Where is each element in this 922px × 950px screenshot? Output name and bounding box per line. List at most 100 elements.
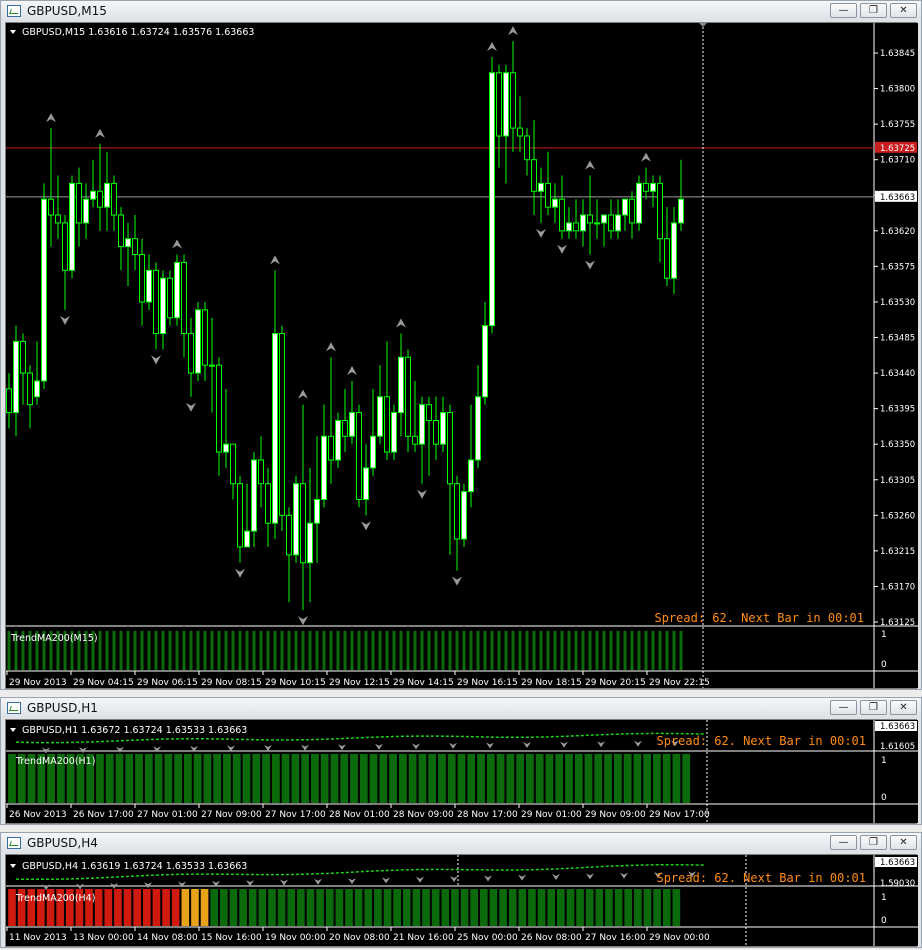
candle-body	[90, 190, 96, 200]
time-tick-label: 15 Nov 16:00	[201, 933, 262, 943]
candle-body	[629, 198, 635, 224]
candle-body	[657, 182, 663, 240]
window-titlebar[interactable]: GBPUSD,H4 — ❐ ✕	[1, 833, 921, 853]
close-button[interactable]: ✕	[890, 3, 917, 18]
candle-body	[496, 72, 502, 137]
window-title: GBPUSD,H4	[27, 836, 98, 850]
time-tick-label: 29 Nov 09:00	[585, 810, 646, 820]
candle-body	[202, 309, 208, 366]
candle-body	[258, 459, 264, 485]
candle-body	[433, 419, 439, 445]
time-tick-label: 27 Nov 17:00	[265, 810, 326, 820]
candle-body	[83, 198, 89, 224]
chart-window-m15: GBPUSD,M15 — ❐ ✕ 1 0 1.63845 1.63800 1.637…	[0, 0, 922, 690]
candle-body	[398, 356, 404, 414]
time-tick-label: 26 Nov 17:00	[73, 810, 134, 820]
candle-body	[447, 412, 453, 485]
chart-area[interactable]: 1 0 1.63845 1.63800 1.63755 1.63710 1.63665 1…	[5, 22, 918, 689]
h1-chart-svg[interactable]: 26 Nov 2013 26 Nov 17:00 27 Nov 01:00 27 No…	[6, 720, 918, 823]
time-tick-label: 29 Nov 22:15	[649, 678, 710, 688]
time-tick-label: 11 Nov 2013	[9, 933, 67, 943]
minimize-button[interactable]: —	[830, 835, 857, 850]
time-tick-label: 29 Nov 16:15	[457, 678, 518, 688]
candle-body	[650, 182, 656, 192]
restore-button[interactable]: ❐	[860, 835, 887, 850]
candle-body	[13, 340, 19, 414]
candle-body	[335, 419, 341, 461]
chart-header: GBPUSD,H4 1.63619 1.63724 1.63533 1.6366…	[22, 861, 247, 872]
spread-label: Spread: 62. Next Bar in 00:01	[654, 611, 864, 625]
candle-body	[167, 277, 173, 319]
minimize-button[interactable]: —	[830, 3, 857, 18]
time-tick-label: 29 Nov 2013	[9, 678, 67, 688]
restore-button[interactable]: ❐	[860, 700, 887, 715]
close-button[interactable]: ✕	[890, 700, 917, 715]
spread-label: Spread: 62. Next Bar in 00:01	[656, 871, 866, 885]
price-tick-label: 1.63530	[880, 298, 915, 308]
price-tick-label: 1.63305	[880, 476, 915, 486]
window-titlebar[interactable]: GBPUSD,H1 — ❐ ✕	[1, 698, 921, 718]
time-tick-label: 19 Nov 00:00	[265, 933, 326, 943]
time-tick-label: 29 Nov 08:15	[201, 678, 262, 688]
candle-body	[27, 372, 33, 406]
time-tick-label: 27 Nov 01:00	[137, 810, 198, 820]
candle-body	[132, 238, 138, 256]
h4-chart-svg[interactable]: 11 Nov 2013 13 Nov 00:00 14 Nov 08:00 15 No…	[6, 855, 918, 946]
chart-window-icon	[7, 5, 21, 17]
time-tick-label: 14 Nov 08:00	[137, 933, 198, 943]
indicator-label: TrendMA200(H1)	[15, 756, 95, 767]
time-tick-label: 29 Nov 17:00	[649, 810, 710, 820]
window-titlebar[interactable]: GBPUSD,M15 — ❐ ✕	[1, 1, 921, 21]
candle-body	[216, 364, 222, 453]
chart-area[interactable]: 26 Nov 2013 26 Nov 17:00 27 Nov 01:00 27 No…	[5, 719, 918, 824]
candle-body	[391, 412, 397, 453]
candle-body	[321, 435, 327, 501]
chart-window-h1: GBPUSD,H1 — ❐ ✕ 26 Nov 2013 26 Nov 17:00 2…	[0, 697, 922, 825]
chart-window-icon	[7, 702, 21, 714]
time-tick-label: 21 Nov 16:00	[393, 933, 454, 943]
candle-body	[34, 380, 40, 398]
candle-body	[195, 309, 201, 374]
price-label-top: 1.63663	[880, 722, 915, 732]
candle-body	[678, 198, 684, 224]
indicator-scale-1: 1	[881, 630, 887, 640]
m15-chart-svg[interactable]: 1 0 1.638451.638001.637551.637101.636651…	[6, 23, 918, 688]
candle-body	[419, 404, 425, 445]
candle-body	[188, 333, 194, 374]
minimize-button[interactable]: —	[830, 700, 857, 715]
candle-body	[538, 182, 544, 192]
candle-body	[475, 396, 481, 461]
chart-area[interactable]: 11 Nov 2013 13 Nov 00:00 14 Nov 08:00 15 No…	[5, 854, 918, 947]
candle-body	[174, 261, 180, 319]
time-tick-label: 26 Nov 2013	[9, 810, 67, 820]
indicator-label: TrendMA200(M15)	[10, 633, 98, 644]
close-button[interactable]: ✕	[890, 835, 917, 850]
time-tick-label: 27 Nov 16:00	[585, 933, 646, 943]
candle-body	[566, 222, 572, 232]
candle-body	[293, 483, 299, 556]
candle-body	[468, 459, 474, 493]
window-title: GBPUSD,M15	[27, 4, 107, 18]
price-tick-label: 1.63800	[880, 85, 915, 95]
candle-body	[279, 333, 285, 516]
candle-body	[615, 214, 621, 232]
candle-body	[230, 443, 236, 485]
chart-background	[6, 23, 918, 688]
candle-body	[363, 467, 369, 501]
indicator-scale-1: 1	[881, 893, 887, 903]
candle-body	[580, 214, 586, 232]
candle-body	[517, 127, 523, 137]
candle-body	[531, 159, 537, 192]
price-tick-label: 1.63350	[880, 440, 915, 450]
price-label-low: 1.61605	[880, 742, 915, 752]
candle-body	[146, 269, 152, 303]
restore-button[interactable]: ❐	[860, 3, 887, 18]
candle-body	[559, 198, 565, 232]
candle-body	[342, 419, 348, 437]
candle-body	[426, 404, 432, 421]
candle-body	[104, 182, 110, 208]
time-tick-label: 29 Nov 00:00	[649, 933, 710, 943]
candle-body	[307, 522, 313, 564]
time-tick-label: 29 Nov 20:15	[585, 678, 646, 688]
candle-body	[636, 182, 642, 224]
